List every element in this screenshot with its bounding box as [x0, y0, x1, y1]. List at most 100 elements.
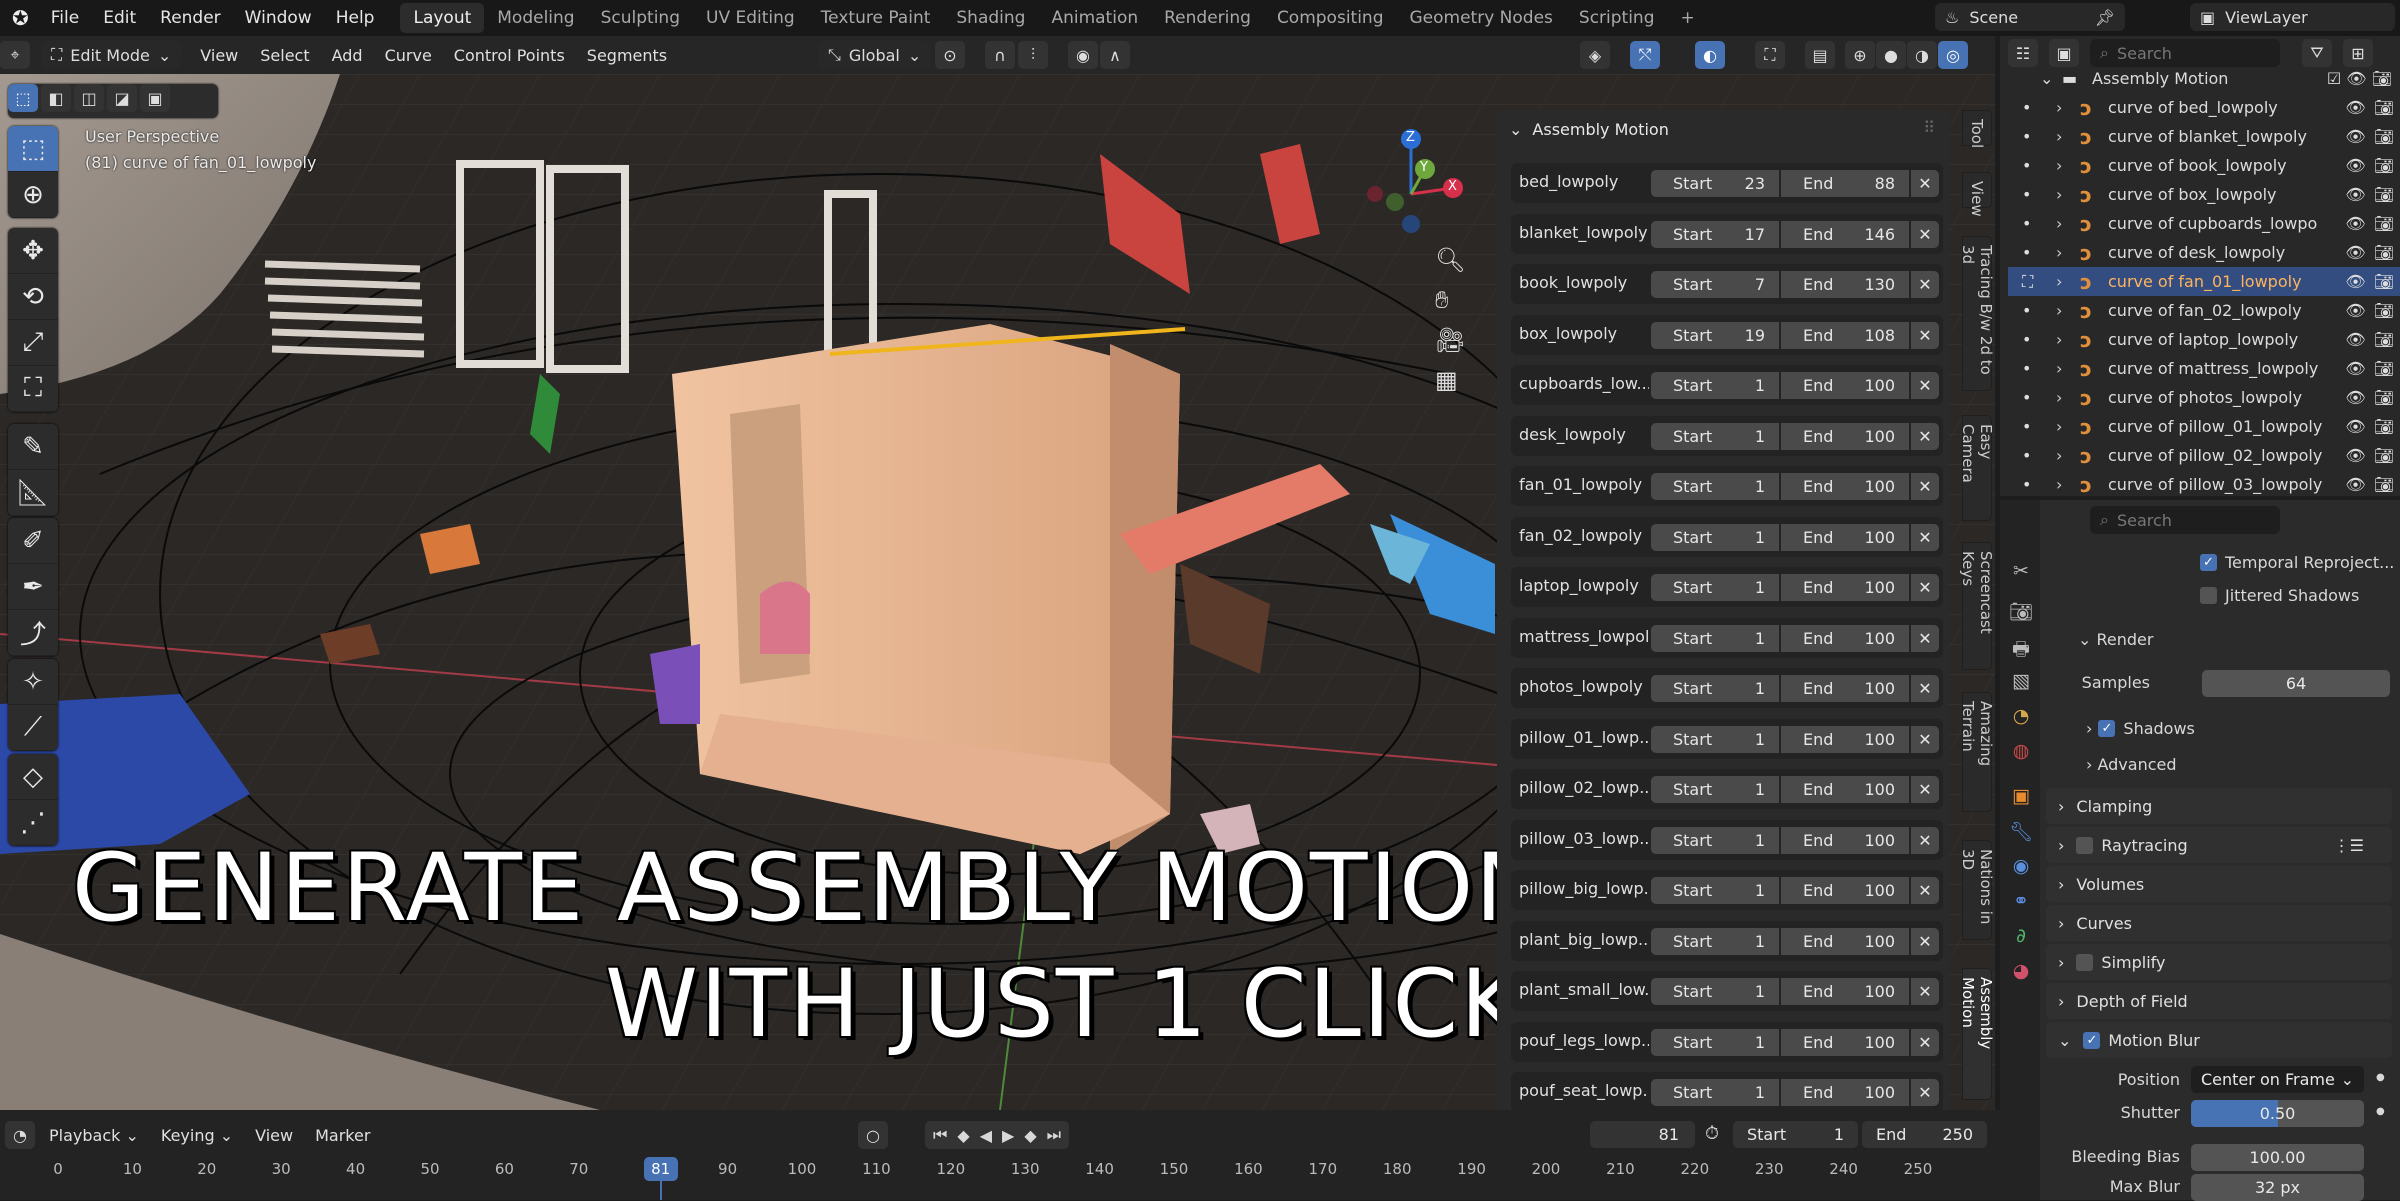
- camera-icon[interactable]: 📷︎: [2374, 272, 2394, 291]
- frame-ruler[interactable]: 0 10 20 30 40 50 60 70 90 100 110 120 130 140 150 160 17…: [0, 1110, 2000, 1200]
- end-frame-field[interactable]: End 100: [1781, 927, 1909, 955]
- properties-search-input[interactable]: ⌕ Search: [2090, 506, 2280, 534]
- annotate-icon[interactable]: ✎: [8, 424, 58, 470]
- start-frame-field[interactable]: Start 1: [1651, 1079, 1779, 1106]
- blender-logo-icon[interactable]: ✪: [0, 6, 39, 30]
- menu-segments[interactable]: Segments: [576, 46, 678, 65]
- world-tab-icon[interactable]: ◍: [2008, 740, 2034, 766]
- chevron-right-icon[interactable]: ›: [2056, 446, 2080, 465]
- mesh-edit-overlay-icon[interactable]: ⛶: [1755, 41, 1785, 69]
- chevron-right-icon[interactable]: ›: [2056, 359, 2080, 378]
- max-blur-field[interactable]: 32 px: [2191, 1174, 2364, 1201]
- pen-icon[interactable]: ✒: [8, 564, 58, 610]
- outliner-item[interactable]: • › ↄ curve of pillow_03_lowpoly 👁︎ 📷︎: [2008, 470, 2400, 499]
- render-subpanel-header[interactable]: ⌄ Render: [2078, 630, 2153, 649]
- eye-icon[interactable]: 👁︎: [2345, 475, 2365, 494]
- menu-control-points[interactable]: Control Points: [443, 46, 576, 65]
- end-frame-field[interactable]: End 146: [1781, 220, 1909, 248]
- outliner-item[interactable]: • › ↄ curve of mattress_lowpoly 👁︎ 📷︎: [2008, 354, 2400, 383]
- remove-item-close-icon[interactable]: ✕: [1911, 1028, 1939, 1056]
- end-frame-field[interactable]: End 100: [1781, 574, 1909, 601]
- remove-item-close-icon[interactable]: ✕: [1911, 978, 1939, 1005]
- menu-curve[interactable]: Curve: [374, 46, 443, 65]
- tab-layout[interactable]: Layout: [400, 3, 485, 33]
- outliner-item[interactable]: • › ↄ curve of pillow_02_lowpoly 👁︎ 📷︎: [2008, 441, 2400, 470]
- samples-field[interactable]: 64: [2202, 670, 2390, 697]
- scene-selector[interactable]: ♨ Scene 📌︎: [1935, 3, 2125, 31]
- start-frame-field[interactable]: Start 17: [1651, 220, 1779, 248]
- data-tab-icon[interactable]: ∂: [2008, 925, 2034, 951]
- remove-item-close-icon[interactable]: ✕: [1911, 422, 1939, 450]
- outliner-item[interactable]: • › ↄ curve of laptop_lowpoly 👁︎ 📷︎: [2008, 325, 2400, 354]
- end-frame-field[interactable]: End 100: [1781, 523, 1909, 551]
- end-frame-field[interactable]: End 100: [1781, 1079, 1909, 1106]
- tab-rendering[interactable]: Rendering: [1151, 3, 1264, 33]
- menu-file[interactable]: File: [39, 8, 91, 28]
- remove-item-close-icon[interactable]: ✕: [1911, 321, 1939, 349]
- tool-tab-icon[interactable]: ✂: [2008, 560, 2034, 586]
- outliner-item[interactable]: • › ↄ curve of pillow_01_lowpoly 👁︎ 📷︎: [2008, 412, 2400, 441]
- start-frame-field[interactable]: Start 7: [1651, 271, 1779, 298]
- randomize-icon[interactable]: ⋰: [8, 800, 58, 846]
- gizmo-toggle-icon[interactable]: ⤲: [1630, 41, 1660, 69]
- constraint-tab-icon[interactable]: ⚭: [2008, 890, 2034, 916]
- view-layer-selector[interactable]: ▣ ViewLayer: [2190, 3, 2395, 31]
- remove-item-close-icon[interactable]: ✕: [1911, 1079, 1939, 1106]
- new-collection-icon[interactable]: ⊞: [2343, 39, 2373, 67]
- eye-icon[interactable]: 👁︎: [2345, 185, 2365, 204]
- display-mode-icon[interactable]: ☷: [2008, 39, 2038, 67]
- menu-render[interactable]: Render: [148, 8, 233, 28]
- outliner-item[interactable]: • › ↄ curve of box_lowpoly 👁︎ 📷︎: [2008, 180, 2400, 209]
- sidebar-tab-view[interactable]: View: [1962, 172, 1992, 217]
- select-subtract-icon[interactable]: ◫: [74, 84, 104, 112]
- shear-icon[interactable]: ◇: [8, 754, 58, 800]
- collection-row[interactable]: ⌄ ▬ Assembly Motion ☑ 👁︎ 📷︎: [2008, 64, 2400, 93]
- end-frame-field[interactable]: End 88: [1781, 170, 1909, 197]
- camera-icon[interactable]: 📷︎: [2374, 156, 2394, 175]
- end-frame-field[interactable]: End 100: [1781, 826, 1909, 854]
- end-frame-field[interactable]: End 100: [1781, 877, 1909, 904]
- tab-shading[interactable]: Shading: [943, 3, 1038, 33]
- sidebar-tab-screencast-keys[interactable]: Screencast Keys: [1959, 542, 1995, 670]
- start-frame-field[interactable]: Start 19: [1651, 321, 1779, 349]
- start-frame-field[interactable]: Start 1: [1651, 624, 1779, 652]
- keyframe-dot-icon[interactable]: ●: [2376, 1106, 2385, 1117]
- end-frame-field[interactable]: End 100: [1781, 675, 1909, 702]
- tab-compositing[interactable]: Compositing: [1264, 3, 1397, 33]
- eye-icon[interactable]: 👁︎: [2345, 388, 2365, 407]
- outliner-item[interactable]: • › ↄ curve of fan_02_lowpoly 👁︎ 📷︎: [2008, 296, 2400, 325]
- curves-panel[interactable]: › Curves: [2046, 905, 2392, 941]
- end-frame-field[interactable]: End 100: [1781, 725, 1909, 753]
- measure-icon[interactable]: 📐︎: [8, 470, 58, 516]
- eye-icon[interactable]: 👁︎: [2345, 243, 2365, 262]
- hand-pan-icon[interactable]: ✋︎: [1435, 286, 1465, 314]
- remove-item-close-icon[interactable]: ✕: [1911, 170, 1939, 197]
- camera-icon[interactable]: 📷︎: [2374, 417, 2394, 436]
- camera-icon[interactable]: 📷︎: [2374, 243, 2394, 262]
- start-frame-field[interactable]: Start 1: [1651, 725, 1779, 753]
- outliner-item[interactable]: ⛶ › ↄ curve of fan_01_lowpoly 👁︎ 📷︎: [2008, 267, 2400, 296]
- end-frame-field[interactable]: End 100: [1781, 978, 1909, 1005]
- select-intersect-icon[interactable]: ▣: [140, 84, 170, 112]
- eye-icon[interactable]: 👁︎: [2345, 127, 2365, 146]
- chevron-right-icon[interactable]: ›: [2056, 301, 2080, 320]
- start-frame-field[interactable]: Start 1: [1651, 422, 1779, 450]
- tab-geometry-nodes[interactable]: Geometry Nodes: [1397, 3, 1566, 33]
- outliner-item[interactable]: • › ↄ curve of bed_lowpoly 👁︎ 📷︎: [2008, 93, 2400, 122]
- snap-target-icon[interactable]: ⫶: [1018, 41, 1048, 69]
- playhead-frame-badge[interactable]: 81: [643, 1157, 678, 1181]
- playhead-line[interactable]: [659, 1180, 662, 1200]
- remove-item-close-icon[interactable]: ✕: [1911, 776, 1939, 803]
- end-frame-field[interactable]: End 100: [1781, 624, 1909, 652]
- chevron-right-icon[interactable]: ›: [2056, 156, 2080, 175]
- end-frame-field[interactable]: End 100: [1781, 776, 1909, 803]
- start-frame-field[interactable]: Start 1: [1651, 574, 1779, 601]
- material-tab-icon[interactable]: ◕: [2008, 960, 2034, 986]
- editor-type-button[interactable]: ⌖: [0, 41, 30, 69]
- checkbox-checked-icon[interactable]: ✓: [2083, 1031, 2101, 1049]
- advanced-subpanel[interactable]: › Advanced: [2086, 755, 2177, 774]
- shutter-slider[interactable]: 0.50: [2191, 1100, 2364, 1127]
- eye-icon[interactable]: 👁︎: [2345, 98, 2365, 117]
- tab-uv-editing[interactable]: UV Editing: [693, 3, 808, 33]
- start-frame-field[interactable]: Start 1: [1651, 776, 1779, 803]
